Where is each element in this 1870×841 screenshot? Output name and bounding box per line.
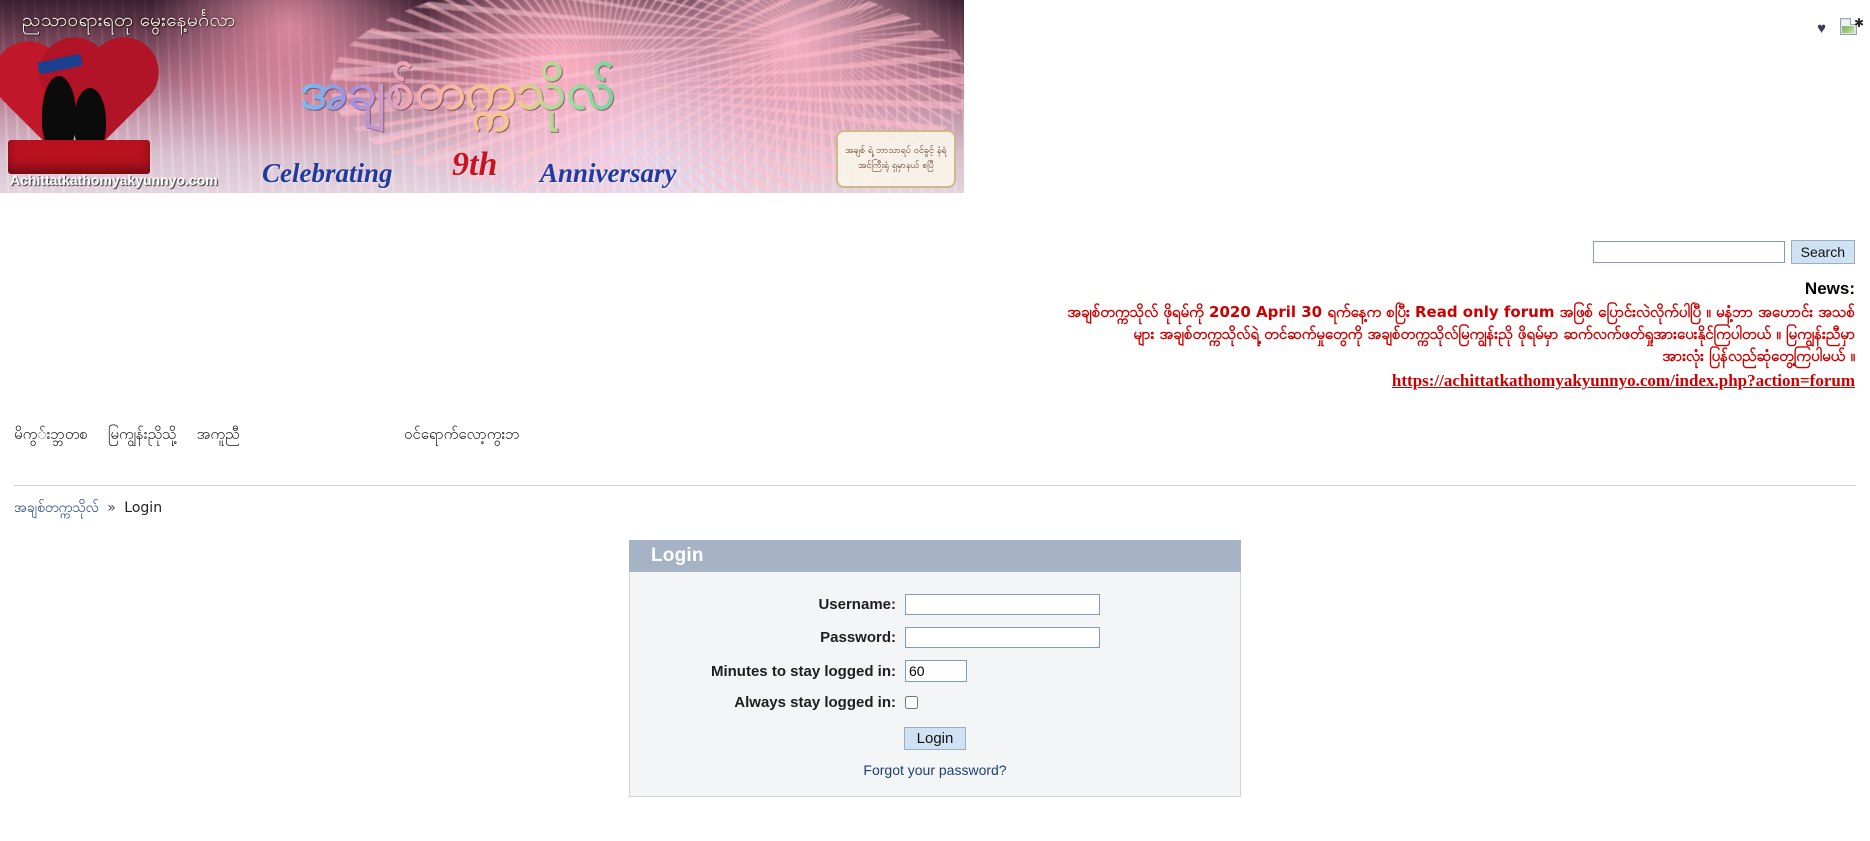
- password-label: Password:: [820, 629, 896, 646]
- news-section: News: အချစ်တက္ကသိုလ် ဖိုရမ်ကို 2020 Apri…: [775, 278, 1855, 391]
- password-row: Password:: [630, 627, 1240, 648]
- password-input[interactable]: [905, 627, 1100, 648]
- news-forum-link[interactable]: https://achittatkathomyakyunnyo.com/inde…: [1392, 371, 1855, 391]
- banner-badge-line1: အချစ် ရဲ့ ဘာသာရပ် ဝင်ခွင့် နံရံ: [845, 146, 947, 156]
- username-input[interactable]: [905, 594, 1100, 615]
- news-text: အချစ်တက္ကသိုလ် ဖိုရမ်ကို 2020 April 30 ရ…: [775, 302, 1855, 367]
- breadcrumb: အချစ်တက္ကသိုလ် » Login: [14, 498, 162, 519]
- news-url-wrap: https://achittatkathomyakyunnyo.com/inde…: [775, 367, 1855, 391]
- forgot-password-link[interactable]: Forgot your password?: [863, 762, 1006, 778]
- login-panel: Login Username: Password: Minutes to sta…: [629, 540, 1241, 797]
- nav-help[interactable]: အကူညီ: [197, 425, 240, 447]
- nav-divider: [14, 485, 1856, 486]
- minutes-label: Minutes to stay logged in:: [710, 662, 896, 680]
- search-area: Search: [1592, 240, 1855, 264]
- username-row: Username:: [630, 594, 1240, 615]
- search-input[interactable]: [1592, 241, 1785, 263]
- top-right-icons: ♥ ✱: [1817, 17, 1864, 38]
- site-banner: ညသာဝရားရတု မွေးနေ့မင်္ဂလာ အချစ်တက္ကသိုလ်…: [0, 0, 964, 193]
- news-line-1: အချစ်တက္ကသိုလ် ဖိုရမ်ကို 2020 April 30 ရ…: [1067, 303, 1855, 322]
- nav-forum[interactable]: မြကျွန်းညိုသို့: [108, 425, 177, 447]
- news-label: News:: [1804, 279, 1855, 298]
- heart-couple-logo: [3, 47, 162, 178]
- login-panel-title: Login: [629, 540, 1241, 572]
- breadcrumb-current: Login: [124, 500, 163, 516]
- always-logged-in-checkbox[interactable]: [905, 696, 918, 709]
- banner-celebrating-text: Celebrating: [262, 158, 393, 188]
- nav-home[interactable]: မိကွ‌်းဘ္ဘတစ: [14, 425, 88, 447]
- banner-top-text: ညသာဝရားရတု မွေးနေ့မင်္ဂလာ: [22, 9, 236, 31]
- main-navigation: မိကွ‌်းဘ္ဘတစ မြကျွန်းညိုသို့ အကူညီ ဝင်ရေ…: [0, 425, 1870, 470]
- banner-domain-text: Achittatkathomyakyunnyo.com: [10, 172, 218, 188]
- news-line-3: အားလုံး ပြန်လည်ဆုံတွေ့ကြပါမယ် ။: [1662, 346, 1855, 365]
- nav-items-left: မိကွ‌်းဘ္ဘတစ မြကျွန်းညိုသို့ အကူညီ: [14, 425, 240, 447]
- breadcrumb-root[interactable]: အချစ်တက္ကသိုလ်: [14, 500, 99, 516]
- news-line-2: များ အချစ်တက္ကသိုလ်ရဲ့ တင်ဆက်မှုတွေကို အ…: [1133, 324, 1855, 343]
- broken-image-icon[interactable]: ✱: [1840, 17, 1864, 38]
- submit-row: Login: [630, 727, 1240, 750]
- always-row: Always stay logged in:: [630, 694, 1240, 711]
- banner-title-text: အချစ်တက္ကသိုလ်: [300, 58, 615, 134]
- page-root: ♥ ✱ ညသာဝရားရတု မွေးနေ့မင်္ဂလာ အချစ်တက္ကသ…: [0, 0, 1870, 841]
- banner-anniversary-number: 9th: [452, 146, 498, 183]
- banner-side-badge: အချစ် ရဲ့ ဘာသာရပ် ဝင်ခွင့် နံရံ အင်ကြီးရ…: [836, 130, 956, 188]
- nav-login[interactable]: ဝင်ရောက်လော့ကွးဘ: [404, 425, 520, 447]
- banner-badge-line2: အင်ကြီးရုံ ရှမှာနယ် စပြီ: [858, 161, 934, 171]
- login-submit-button[interactable]: Login: [903, 727, 967, 750]
- minutes-input[interactable]: [905, 660, 967, 682]
- forgot-row: Forgot your password?: [630, 762, 1240, 778]
- login-form: Username: Password: Minutes to stay logg…: [629, 572, 1241, 797]
- minutes-row: Minutes to stay logged in:: [630, 660, 1240, 682]
- username-label: Username:: [818, 596, 896, 613]
- breadcrumb-separator: »: [107, 500, 116, 516]
- heart-icon[interactable]: ♥: [1817, 21, 1826, 36]
- banner-anniversary-text: Anniversary: [540, 158, 677, 188]
- always-label: Always stay logged in:: [734, 694, 896, 711]
- search-button[interactable]: Search: [1790, 240, 1855, 264]
